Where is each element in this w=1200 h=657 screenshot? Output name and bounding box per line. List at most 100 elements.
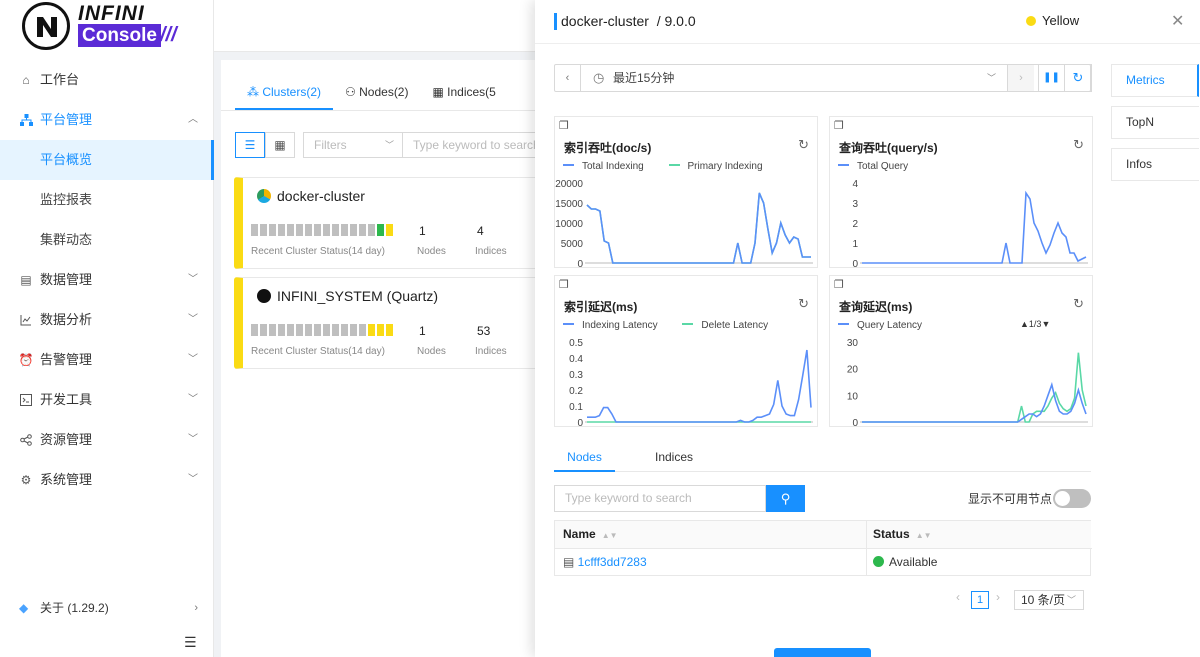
page-size-select[interactable]: 10 条/页 ﹀ — [1014, 590, 1084, 610]
collapse-menu-icon[interactable]: ☰ — [184, 634, 197, 651]
sidebar-item-workbench[interactable]: ⌂ 工作台 — [0, 60, 214, 100]
refresh-button[interactable]: ↻ — [1064, 64, 1092, 92]
sidebar-item-devtools[interactable]: 开发工具 ﹀ — [0, 380, 214, 420]
gear-icon: ⚙ — [20, 473, 32, 487]
tab-nodes[interactable]: ⚇ Nodes(2) — [333, 74, 420, 110]
sidebar-item-label: 开发工具 — [40, 392, 93, 407]
sidebar-item-platform-overview[interactable]: 平台概览 — [0, 140, 214, 180]
sidebar-item-label: 数据分析 — [40, 312, 93, 327]
tab-label: Indices — [655, 450, 694, 464]
legend-item[interactable]: Query Latency — [838, 320, 922, 331]
close-icon[interactable]: ✕ — [1171, 11, 1184, 31]
cluster-version: / 9.0.0 — [656, 13, 696, 29]
sidebar-item-analysis[interactable]: 数据分析 ﹀ — [0, 300, 214, 340]
time-next-button[interactable]: › — [1007, 65, 1034, 91]
drawer-footer-button[interactable] — [774, 648, 871, 657]
sort-icon[interactable]: ▲▼ — [916, 531, 932, 540]
copy-icon[interactable]: ❐ — [834, 119, 844, 132]
refresh-icon[interactable]: ↻ — [798, 296, 809, 312]
refresh-icon[interactable]: ↻ — [1073, 296, 1084, 312]
sidebar-item-cluster-activity[interactable]: 集群动态 — [0, 220, 214, 260]
page-number-button[interactable]: 1 — [971, 591, 989, 609]
status-bar-day — [260, 324, 267, 336]
status-bar-day — [332, 324, 339, 336]
tab-clusters[interactable]: ⁂ Clusters(2) — [235, 74, 334, 110]
show-unavailable-toggle[interactable] — [1053, 489, 1091, 508]
nodes-table: Name ▲▼ Status ▲▼ ▤ 1cfff3dd7283 Available — [554, 520, 1092, 576]
chevron-down-icon: ﹀ — [384, 140, 394, 150]
time-range-select[interactable]: 最近15分钟 — [613, 65, 674, 91]
list-view-button[interactable]: ☰ — [235, 132, 265, 158]
column-header-status[interactable]: Status ▲▼ — [867, 521, 1091, 548]
tab-nodes[interactable]: Nodes — [554, 444, 615, 472]
legend-next-icon[interactable]: ▼ — [1041, 319, 1050, 329]
status-dot-icon — [1026, 16, 1036, 26]
legend-item[interactable]: Primary Indexing — [668, 161, 763, 172]
legend-item[interactable]: Delete Latency — [682, 320, 768, 331]
tab-metrics[interactable]: Metrics — [1111, 64, 1199, 97]
copy-icon[interactable]: ❐ — [559, 119, 569, 132]
time-prev-button[interactable]: ‹ — [555, 65, 581, 91]
legend-label: Query Latency — [857, 320, 923, 331]
status-history-label: Recent Cluster Status(14 day) — [251, 246, 385, 257]
chart-legend: Query Latency — [838, 320, 944, 331]
show-unavailable-label: 显示不可用节点 — [968, 492, 1053, 506]
tab-indices[interactable]: Indices — [655, 444, 693, 472]
tab-label: TopN — [1126, 115, 1155, 129]
chevron-left-icon: ‹ — [565, 72, 570, 84]
legend-item[interactable]: Total Query — [838, 161, 908, 172]
status-bar-day — [377, 324, 384, 336]
refresh-icon[interactable]: ↻ — [798, 137, 809, 153]
y-tick-label: 20 — [847, 365, 859, 376]
sidebar-item-data[interactable]: ▤ 数据管理 ﹀ — [0, 260, 214, 300]
legend-item[interactable]: Indexing Latency — [563, 320, 658, 331]
chevron-down-icon[interactable]: ﹀ — [987, 65, 996, 91]
sort-icon[interactable]: ▲▼ — [602, 531, 618, 540]
title-accent-bar — [554, 13, 557, 30]
status-bar-day — [314, 224, 321, 236]
cluster-card-docker[interactable]: docker-cluster Recent Cluster Status(14 … — [234, 177, 544, 269]
node-name-link[interactable]: 1cfff3dd7283 — [578, 555, 647, 569]
cluster-name[interactable]: INFINI_SYSTEM (Quartz) — [257, 288, 438, 304]
sidebar-item-monitor-report[interactable]: 监控报表 — [0, 180, 214, 220]
y-tick-label: 4 — [852, 179, 858, 190]
sidebar-item-system[interactable]: ⚙ 系统管理 ﹀ — [0, 460, 214, 500]
page-prev-icon[interactable]: ‹ — [956, 590, 960, 604]
app-logo[interactable]: INFINI Console /// — [22, 2, 192, 50]
status-bar-day — [350, 224, 357, 236]
sidebar-item-platform[interactable]: 平台管理 ︿ — [0, 100, 214, 140]
tab-indices[interactable]: ▦ Indices(5 — [420, 74, 507, 110]
sidebar-item-alerts[interactable]: ⏰ 告警管理 ﹀ — [0, 340, 214, 380]
column-header-name[interactable]: Name ▲▼ — [555, 521, 866, 548]
table-row-name[interactable]: ▤ 1cfff3dd7283 — [563, 549, 647, 576]
pause-button[interactable]: ❚❚ — [1038, 64, 1065, 92]
sidebar-item-about[interactable]: ◆ 关于 (1.29.2) › — [0, 588, 214, 628]
chart-legend: Total Query — [838, 161, 930, 172]
infini-logo-icon — [257, 289, 271, 303]
status-bar-day — [269, 324, 276, 336]
chevron-down-icon: ﹀ — [188, 274, 198, 285]
legend-prev-icon[interactable]: ▲ — [1020, 319, 1029, 329]
refresh-icon[interactable]: ↻ — [1073, 137, 1084, 153]
status-bar-day — [323, 324, 330, 336]
copy-icon[interactable]: ❐ — [834, 278, 844, 291]
search-button[interactable]: ⚲ — [766, 485, 805, 512]
y-tick-label: 3 — [852, 199, 858, 210]
sidebar-item-resources[interactable]: 资源管理 ﹀ — [0, 420, 214, 460]
y-tick-label: 0 — [577, 418, 583, 428]
chevron-down-icon: ﹀ — [188, 434, 198, 445]
copy-icon[interactable]: ❐ — [559, 278, 569, 291]
status-bar-day — [251, 224, 258, 236]
tab-topn[interactable]: TopN — [1111, 106, 1199, 139]
main-content: ⁂ Clusters(2) ⚇ Nodes(2) ▦ Indices(5 ☰ ▦… — [221, 60, 544, 657]
legend-item[interactable]: Total Indexing — [563, 161, 644, 172]
alarm-icon: ⏰ — [18, 353, 34, 367]
page-next-icon[interactable]: › — [996, 590, 1000, 604]
cluster-card-infini-system[interactable]: INFINI_SYSTEM (Quartz) Recent Cluster St… — [234, 277, 544, 369]
filters-select[interactable]: Filters ﹀ — [303, 132, 403, 158]
cluster-name[interactable]: docker-cluster — [257, 188, 365, 204]
table-view-button[interactable]: ▦ — [265, 132, 295, 158]
tab-infos[interactable]: Infos — [1111, 148, 1199, 181]
keyword-search-input[interactable]: Type keyword to search — [403, 132, 543, 158]
node-search-input[interactable]: Type keyword to search — [554, 485, 766, 512]
